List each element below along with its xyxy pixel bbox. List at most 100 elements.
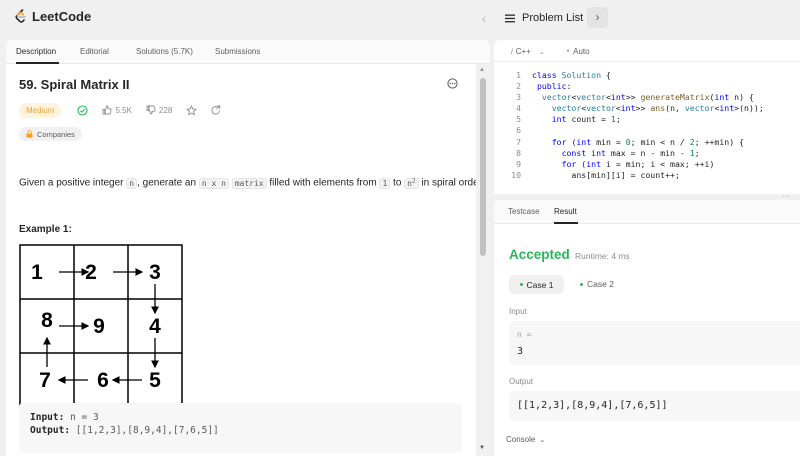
like-count: 5.5K [115,105,132,115]
dot-icon: • [567,48,570,55]
tab-submissions[interactable]: Submissions [215,47,260,56]
result-panel: Testcase Result Accepted Runtime: 4 ms C… [494,200,800,456]
solved-indicator [77,104,89,116]
dislike-count: 228 [158,105,173,115]
description-panel: Description Editorial Solutions (5.7K) S… [6,40,490,456]
case-2-button[interactable]: Case 2 [580,279,614,289]
chevron-right-icon: › [595,10,600,24]
example-title: Example 1: [19,224,72,235]
code-lines[interactable]: 1 class Solution { 2 public: 3 vector<vec… [494,70,800,181]
case-1-label: Case 1 [526,279,554,290]
input-box: n = 3 [509,321,800,365]
thumbs-down-icon [146,105,156,115]
more-options-icon[interactable] [447,78,458,89]
difficulty-badge: Medium [19,102,62,118]
tab-result[interactable]: Result [554,207,577,216]
active-result-tab-indicator [554,222,578,224]
case-1-button[interactable]: Case 1 [509,275,564,294]
description-tabs: Description Editorial Solutions (5.7K) S… [6,40,490,64]
chevron-down-icon: ⌄ [538,48,545,56]
autocomplete-mode[interactable]: • Auto [567,47,590,56]
share-icon [211,105,221,115]
spiral-matrix-diagram: 1 2 38 9 47 6 5 [19,244,183,408]
description-content: 59. Spiral Matrix II Medium 5.5K 228 Com… [6,64,484,456]
grid-cell-number: 7 [39,369,51,392]
output-box: [[1,2,3],[8,9,4],[7,6,5]] [509,391,800,421]
console-toggle[interactable]: Console ⌄ [506,435,545,444]
info-icon: i [511,47,513,56]
code-line: 8 const int max = n - min - 1; [516,147,700,158]
output-label: Output [509,377,534,386]
problem-list-button[interactable]: Problem List [505,8,583,28]
passed-dot-icon [580,282,583,286]
code-editor-panel: i C++ ⌄ • Auto 1 class Solution { 2 publi… [494,40,800,194]
chevron-down-icon: ⌄ [539,436,546,444]
code-line: 10 ans[min][i] = count++; [511,169,680,180]
scroll-up-icon[interactable]: ▲ [479,67,485,73]
input-name: n = [517,330,532,339]
problem-description: Given a positive integer n, generate an … [19,177,485,189]
code-line: 3 vector<vector<int>> generateMatrix(int… [516,92,754,103]
companies-label: Companies [37,129,75,139]
top-bar: LeetCode ‹ Problem List › [0,0,800,36]
leetcode-logo[interactable]: LeetCode [14,9,91,24]
share-button[interactable] [211,105,221,115]
example-output-value: [[1,2,3],[8,9,4],[7,6,5]] [75,425,219,436]
code-line: 9 for (int i = min; i < max; ++i) [516,158,715,169]
case-2-label: Case 2 [587,279,614,289]
example-io-box: Input: n = 3 Output: [[1,2,3],[8,9,4],[7… [19,403,462,453]
input-label: Input [509,307,527,316]
language-selector[interactable]: i C++ ⌄ [511,47,545,56]
code-n-squared: n2 [404,177,419,189]
leetcode-logo-icon [15,9,26,23]
example-input-label: Input: [30,412,65,423]
editor-toolbar: i C++ ⌄ • Auto [494,40,800,62]
like-button[interactable]: 5.5K [102,105,132,115]
status-accepted: Accepted [509,247,570,262]
dislike-button[interactable]: 228 [146,105,172,115]
code-matrix: matrix [231,177,267,189]
tab-solutions[interactable]: Solutions (5.7K) [136,47,193,56]
output-value: [[1,2,3],[8,9,4],[7,6,5]] [517,400,668,411]
code-line: 4 vector<vector<int>> ans(n, vector<int>… [516,103,764,114]
grid-cell-number: 4 [149,315,161,338]
prev-problem-button[interactable]: ‹ [474,8,494,28]
passed-dot-icon [519,283,523,286]
description-scrollbar[interactable]: ▲ ▼ [476,64,490,456]
check-circle-icon [77,104,89,116]
input-value: 3 [517,346,524,357]
tab-editorial[interactable]: Editorial [80,47,109,56]
code-nxn: n x n [198,177,229,189]
chevron-left-icon: ‹ [481,10,487,26]
lock-icon [26,130,33,138]
example-input-value: n = 3 [70,412,99,423]
mode-label: Auto [573,47,590,56]
problem-list-label: Problem List [522,12,584,24]
tab-description[interactable]: Description [16,47,56,56]
console-label: Console [506,435,536,444]
code-n: n [126,177,138,189]
code-line: 1 class Solution { [516,70,611,80]
companies-tag[interactable]: Companies [19,127,82,141]
grid-cell-number: 5 [149,369,161,392]
tab-testcase[interactable]: Testcase [508,207,540,216]
problem-title: 59. Spiral Matrix II [19,77,130,92]
next-problem-button[interactable]: › [587,7,608,28]
example-output-label: Output: [30,425,71,436]
code-line: 6 [516,125,521,136]
grid-cell-number: 9 [93,315,105,338]
code-line: 7 for (int min = 0; min < n / 2; ++min) … [516,136,745,147]
drag-handle-icon[interactable]: ··· [782,193,790,201]
grid-cell-number: 3 [149,261,161,284]
star-icon [186,104,198,115]
language-label: C++ [515,47,531,56]
problem-meta: Medium 5.5K 228 [19,102,221,118]
result-tabs: Testcase Result [494,200,800,224]
grid-cell-number: 1 [31,261,43,284]
favorite-button[interactable] [186,104,198,116]
scroll-thumb[interactable] [480,78,486,256]
scroll-down-icon[interactable]: ▼ [479,445,485,451]
list-icon [505,14,515,22]
code-line: 2 public: [516,81,572,92]
grid-cell-number: 8 [41,309,53,332]
